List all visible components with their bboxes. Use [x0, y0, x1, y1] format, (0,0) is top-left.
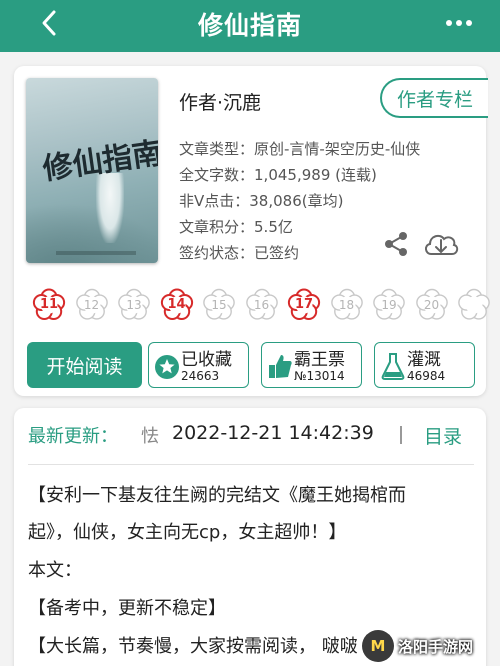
watermark-text: 洛阳手游网	[398, 637, 474, 656]
meta-word-count: 全文字数：1,045,989 (连载)	[179, 164, 377, 185]
intro-line: 【安利一下基友往生阙的完结文《魔王她揭棺而	[28, 485, 406, 506]
meta-value: 已签约	[254, 244, 300, 262]
flower-day-label: 18	[338, 298, 355, 312]
flower-day-label: 11	[39, 297, 59, 312]
more-dot	[456, 20, 462, 26]
watermark-logo: M	[362, 630, 394, 662]
author-column-button[interactable]: 作者专栏	[380, 78, 488, 118]
meta-value: 1,045,989 (连载)	[254, 166, 377, 184]
update-ghost-text: 怯	[141, 426, 159, 447]
cover-figure-art	[96, 173, 124, 243]
page-title: 修仙指南	[197, 11, 302, 40]
share-icon[interactable]	[382, 230, 410, 258]
flower-day-label: 16	[253, 298, 270, 312]
flower-day-14[interactable]: 14	[160, 288, 194, 322]
thumbs-up-icon	[269, 355, 292, 378]
flower-day-18[interactable]: 18	[330, 288, 364, 322]
flower-day-more[interactable]	[457, 288, 491, 322]
meta-value: 5.5亿	[254, 218, 293, 236]
author-name[interactable]: 作者·沉鹿	[179, 88, 261, 115]
flower-day-label: 13	[126, 298, 142, 312]
flower-day-label: 20	[423, 298, 440, 312]
water-label: 灌溉	[407, 350, 441, 370]
flower-day-label: 15	[211, 298, 227, 312]
water-button[interactable]: 灌溉 46984	[374, 342, 475, 388]
intro-line: 【备考中，更新不稳定】	[28, 598, 226, 619]
meta-genre: 文章类型：原创-言情-架空历史-仙侠	[179, 138, 420, 159]
latest-update-label: 最新更新：	[28, 426, 118, 447]
vote-count: №13014	[294, 369, 345, 383]
watermark: M 洛阳手游网	[362, 626, 500, 666]
flower-day-19[interactable]: 19	[372, 288, 406, 322]
collect-button[interactable]: 已收藏 24663	[148, 342, 249, 388]
divider	[400, 426, 402, 444]
meta-score: 文章积分：5.5亿	[179, 216, 293, 237]
meta-value: 38,086(章均)	[249, 192, 344, 210]
flower-day-12[interactable]: 12	[75, 288, 109, 322]
flower-day-15[interactable]: 15	[202, 288, 236, 322]
latest-update-time: 2022-12-21 14:42:39	[172, 422, 374, 444]
meta-value: 原创-言情-架空历史-仙侠	[254, 140, 421, 158]
meta-clicks: 非V点击：38,086(章均)	[179, 190, 343, 211]
intro-line: 【大长篇，节奏慢，大家按需阅读， 啵啵	[28, 636, 358, 657]
meta-key: 文章积分：	[179, 218, 255, 236]
meta-key: 签约状态：	[179, 244, 255, 262]
collect-count: 24663	[181, 369, 220, 383]
more-dots-icon	[446, 20, 452, 26]
catalog-link[interactable]: 目录	[424, 422, 462, 449]
vote-label: 霸王票	[294, 350, 345, 370]
cover-footer-text	[56, 251, 136, 255]
flower-day-label: 14	[167, 297, 186, 312]
meta-sign-status: 签约状态：已签约	[179, 242, 299, 263]
separator	[28, 464, 474, 465]
start-reading-button[interactable]: 开始阅读	[27, 342, 142, 388]
intro-line: 起》，仙侠，女主向无cp，女主超帅！】	[28, 522, 347, 543]
flower-calendar-row: 11 12 13 14 15 16 17 18 19 20	[32, 288, 491, 328]
more-dot	[466, 20, 472, 26]
meta-key: 文章类型：	[179, 140, 255, 158]
water-count: 46984	[407, 369, 446, 383]
flower-day-11[interactable]: 11	[32, 288, 66, 322]
flower-day-label	[457, 288, 491, 322]
book-info-card: 修仙指南 作者·沉鹿 作者专栏 文章类型：原创-言情-架空历史-仙侠 全文字数：…	[14, 66, 491, 396]
cover-title: 修仙指南	[40, 135, 158, 188]
flower-day-label: 12	[83, 298, 100, 312]
flower-day-13[interactable]: 13	[117, 288, 151, 322]
book-cover[interactable]: 修仙指南	[26, 78, 158, 263]
flower-day-20[interactable]: 20	[415, 288, 449, 322]
flower-day-16[interactable]: 16	[245, 288, 279, 322]
vote-button[interactable]: 霸王票 №13014	[261, 342, 362, 388]
meta-key: 全文字数：	[179, 166, 255, 184]
intro-line: 本文：	[28, 560, 82, 581]
flower-day-17[interactable]: 17	[287, 288, 321, 322]
star-icon	[155, 355, 179, 379]
watering-flask-icon	[381, 353, 405, 380]
cloud-download-icon[interactable]	[422, 228, 460, 260]
collect-label: 已收藏	[181, 350, 232, 370]
flower-day-label: 17	[294, 297, 314, 312]
more-menu-button[interactable]	[442, 6, 476, 40]
meta-key: 非V点击：	[179, 192, 250, 210]
flower-day-label: 19	[381, 298, 397, 312]
top-bar: 修仙指南	[0, 0, 500, 52]
